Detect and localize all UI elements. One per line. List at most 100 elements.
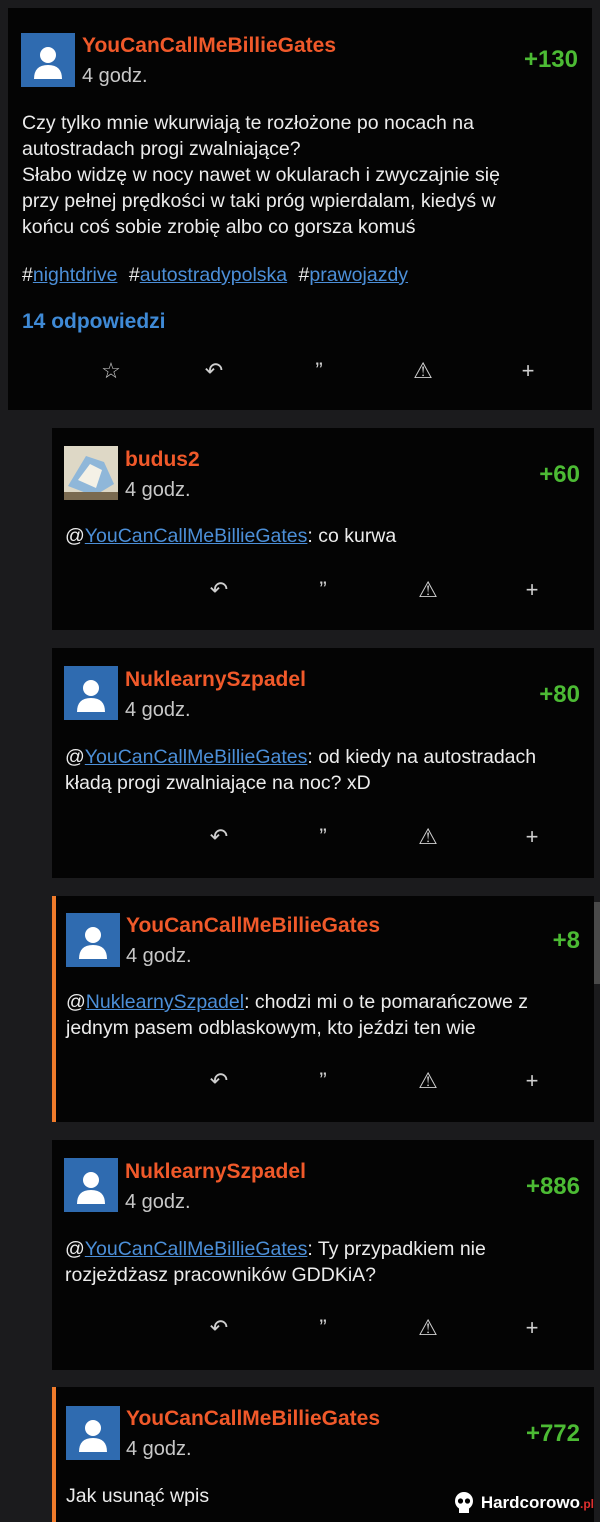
at-sign: @ [66, 991, 86, 1013]
author-name[interactable]: NuklearnySzpadel [125, 1160, 306, 1184]
plus-icon[interactable]: + [515, 575, 549, 605]
comment-action-bar: ↶ ” ⚠ + [52, 1313, 594, 1343]
comment-body: @NuklearnySzpadel: chodzi mi o te pomara… [66, 989, 591, 1041]
vote-count[interactable]: +886 [526, 1173, 580, 1201]
avatar[interactable] [66, 913, 120, 967]
warning-icon[interactable]: ⚠ [411, 575, 445, 605]
avatar[interactable] [64, 1158, 118, 1212]
mention-link[interactable]: YouCanCallMeBillieGates [85, 1238, 308, 1260]
comment-card: budus2 4 godz. +60 @YouCanCallMeBillieGa… [52, 428, 594, 630]
main-post-card: YouCanCallMeBillieGates 4 godz. +130 Czy… [8, 8, 592, 410]
avatar[interactable] [66, 1406, 120, 1460]
vote-count[interactable]: +80 [539, 681, 580, 709]
tag-link[interactable]: prawojazdy [309, 264, 408, 286]
reply-icon[interactable]: ↶ [202, 1066, 236, 1096]
comment-time: 4 godz. [126, 1438, 192, 1460]
vote-count[interactable]: +130 [524, 46, 578, 74]
star-icon[interactable]: ☆ [94, 356, 128, 386]
tag-link[interactable]: nightdrive [33, 264, 118, 286]
post-text-line: Słabo widzę w nocy nawet w okularach i z… [22, 164, 500, 186]
comment-card: NuklearnySzpadel 4 godz. +886 @YouCanCal… [52, 1140, 594, 1370]
comment-text: : co kurwa [307, 525, 397, 547]
at-sign: @ [65, 746, 85, 768]
tag-prawojazdy[interactable]: #prawojazdy [299, 264, 409, 286]
warning-icon[interactable]: ⚠ [406, 356, 440, 386]
comment-text: : chodzi mi o te pomarańczowe z [244, 991, 529, 1013]
mention-link[interactable]: YouCanCallMeBillieGates [85, 746, 308, 768]
quote-icon[interactable]: ” [306, 1066, 340, 1096]
comment-card: NuklearnySzpadel 4 godz. +80 @YouCanCall… [52, 648, 594, 878]
mention-link[interactable]: YouCanCallMeBillieGates [85, 525, 308, 547]
reply-icon[interactable]: ↶ [202, 822, 236, 852]
hash-sign: # [298, 264, 310, 286]
avatar[interactable] [64, 666, 118, 720]
comment-text-line: kładą progi zwalniające na noc? xD [65, 772, 371, 794]
comment-body: @YouCanCallMeBillieGates: od kiedy na au… [65, 744, 585, 796]
at-sign: @ [65, 525, 85, 547]
post-time: 4 godz. [82, 65, 148, 87]
watermark-name: Hardcorowo [480, 1493, 580, 1512]
watermark-suffix: .pl [580, 1497, 594, 1511]
quote-icon[interactable]: ” [306, 822, 340, 852]
tag-nightdrive[interactable]: #nightdrive [22, 264, 117, 286]
tag-autostradypolska[interactable]: #autostradypolska [129, 264, 287, 286]
comment-body: @YouCanCallMeBillieGates: Ty przypadkiem… [65, 1236, 585, 1288]
comment-body: @YouCanCallMeBillieGates: co kurwa [65, 523, 585, 549]
avatar[interactable] [64, 446, 118, 500]
comment-time: 4 godz. [125, 1191, 191, 1213]
post-body: Czy tylko mnie wkurwiają te rozłożone po… [22, 110, 582, 240]
at-sign: @ [65, 1238, 85, 1260]
post-text-line: końcu coś sobie zrobię albo co gorsza ko… [22, 216, 416, 238]
comment-action-bar: ↶ ” ⚠ + [52, 822, 594, 852]
comment-text-line: rozjeżdżasz pracowników GDDKiA? [65, 1264, 377, 1286]
plus-icon[interactable]: + [515, 1313, 549, 1343]
reply-icon[interactable]: ↶ [197, 356, 231, 386]
comment-action-bar: ↶ ” ⚠ + [52, 575, 594, 605]
reply-icon[interactable]: ↶ [202, 1313, 236, 1343]
comment-text: : Ty przypadkiem nie [307, 1238, 486, 1260]
comment-card-op: YouCanCallMeBillieGates 4 godz. +8 @Nukl… [52, 896, 594, 1122]
comment-action-bar: ↶ ” ⚠ + [56, 1066, 594, 1096]
quote-icon[interactable]: ” [306, 1313, 340, 1343]
scrollbar-thumb[interactable] [594, 902, 600, 984]
skull-icon [454, 1492, 473, 1513]
hash-sign: # [22, 264, 33, 286]
comment-time: 4 godz. [125, 699, 191, 721]
warning-icon[interactable]: ⚠ [411, 1066, 445, 1096]
tag-link[interactable]: autostradypolska [140, 264, 287, 286]
post-text-line: Czy tylko mnie wkurwiają te rozłożone po… [22, 112, 474, 134]
comment-text-line: @NuklearnySzpadel: chodzi mi o te pomara… [66, 989, 591, 1015]
watermark: Hardcorowo.pl [451, 1490, 594, 1516]
comment-text-line: @YouCanCallMeBillieGates: co kurwa [65, 523, 585, 549]
author-name[interactable]: YouCanCallMeBillieGates [82, 34, 336, 58]
warning-icon[interactable]: ⚠ [411, 822, 445, 852]
author-name[interactable]: NuklearnySzpadel [125, 668, 306, 692]
post-text-line: autostradach progi zwalniające? [22, 138, 301, 160]
author-name[interactable]: YouCanCallMeBillieGates [126, 914, 380, 938]
comment-text: : od kiedy na autostradach [307, 746, 537, 768]
vote-count[interactable]: +60 [539, 461, 580, 489]
warning-icon[interactable]: ⚠ [411, 1313, 445, 1343]
post-text-line: przy pełnej prędkości w taki próg wpierd… [22, 190, 496, 212]
author-name[interactable]: YouCanCallMeBillieGates [126, 1407, 380, 1431]
plus-icon[interactable]: + [511, 356, 545, 386]
comment-text-line: @YouCanCallMeBillieGates: Ty przypadkiem… [65, 1236, 585, 1262]
comment-text-line: @YouCanCallMeBillieGates: od kiedy na au… [65, 744, 585, 770]
vote-count[interactable]: +8 [553, 927, 580, 955]
replies-count-link[interactable]: 14 odpowiedzi [22, 310, 166, 334]
plus-icon[interactable]: + [515, 822, 549, 852]
quote-icon[interactable]: ” [306, 575, 340, 605]
comment-time: 4 godz. [125, 479, 191, 501]
mention-link[interactable]: NuklearnySzpadel [86, 991, 244, 1013]
post-action-bar: ☆ ↶ ” ⚠ + [8, 356, 592, 386]
reply-icon[interactable]: ↶ [202, 575, 236, 605]
quote-icon[interactable]: ” [302, 356, 336, 386]
watermark-text: Hardcorowo.pl [481, 1493, 594, 1513]
plus-icon[interactable]: + [515, 1066, 549, 1096]
vote-count[interactable]: +772 [526, 1420, 580, 1448]
avatar[interactable] [21, 33, 75, 87]
comment-text-line: jednym pasem odblaskowym, kto jeździ ten… [66, 1017, 476, 1039]
author-name[interactable]: budus2 [125, 448, 200, 472]
tag-list: #nightdrive #autostradypolska #prawojazd… [22, 264, 414, 287]
hash-sign: # [128, 264, 140, 286]
